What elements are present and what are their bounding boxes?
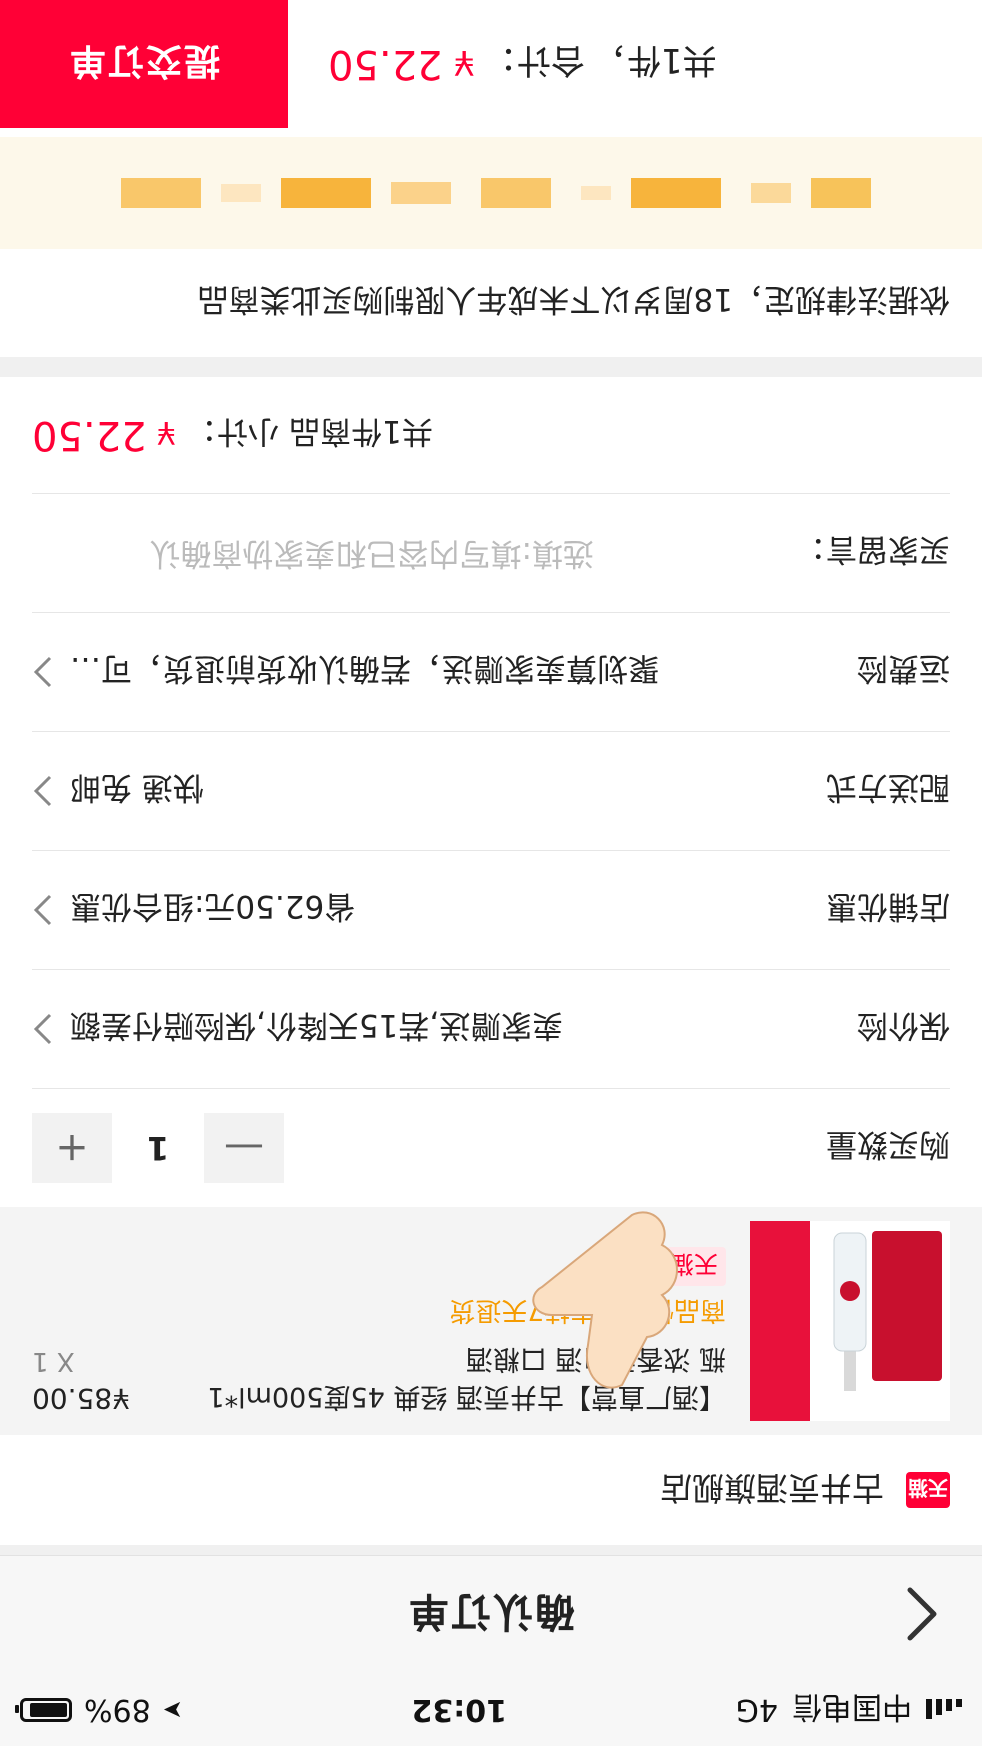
total-price: ¥ 22.50 xyxy=(328,41,475,87)
status-left: 中国电信 4G xyxy=(736,1688,962,1732)
buyer-message-label: 买家留言： xyxy=(795,531,950,568)
nav-bar: 确认订单 xyxy=(0,1555,982,1674)
buyer-message-input[interactable] xyxy=(32,534,596,572)
total-amount: 22.50 xyxy=(328,41,443,87)
price-insurance-value: 卖家赠送,若15天降价,保险赔付差额 xyxy=(70,1007,564,1044)
battery-percent: 89% xyxy=(84,1692,151,1728)
shop-discount-label: 店铺优惠 xyxy=(826,888,950,925)
quantity-label: 购买数量 xyxy=(826,1126,950,1163)
product-item[interactable]: 【酒厂直营】古井贡酒 经典 45度500ml*1瓶 浓香型白酒 口粮酒 商品性质… xyxy=(0,1207,982,1435)
shipping-insurance-right: 聚划算卖家赠送，若确认收货前退货，可… xyxy=(32,650,659,695)
chevron-left-icon[interactable] xyxy=(896,1584,946,1644)
order-confirm-screen: 中国电信 4G 10:32 ➤ 89% 确认订单 天猫 古井贡酒旗舰店 【酒厂直… xyxy=(0,0,982,1746)
shop-discount-value: 省62.50元:组合优惠 xyxy=(70,888,356,925)
location-icon: ➤ xyxy=(162,1696,183,1724)
pointing-hand-icon xyxy=(532,1211,678,1389)
quantity-value[interactable]: 1 xyxy=(112,1129,204,1167)
price-insurance-label: 保价险 xyxy=(857,1007,950,1044)
price-insurance-row[interactable]: 保价险 卖家赠送,若15天降价,保险赔付差额 xyxy=(32,969,950,1088)
status-bar: 中国电信 4G 10:32 ➤ 89% xyxy=(0,1674,982,1746)
subtotal-price: ¥ 22.50 xyxy=(32,412,176,458)
delivery-label: 配送方式 xyxy=(826,769,950,806)
age-restriction-notice: 依据法律规定，18周岁以下未成年人限制购买此类商品 xyxy=(0,249,982,377)
quantity-stepper[interactable]: — 1 + xyxy=(32,1113,284,1183)
product-box-graphic xyxy=(872,1231,942,1381)
promo-banner xyxy=(0,137,982,249)
product-price-col: ¥85.00 X 1 xyxy=(32,1221,172,1421)
signal-icon xyxy=(926,1699,962,1721)
carrier-label: 中国电信 xyxy=(792,1689,912,1724)
delivery-right: 快递 免邮 xyxy=(32,769,204,814)
total-currency: ¥ xyxy=(453,42,475,82)
delivery-row[interactable]: 配送方式 快递 免邮 xyxy=(32,731,950,850)
price-insurance-right: 卖家赠送,若15天降价,保险赔付差额 xyxy=(32,1007,563,1052)
delivery-value: 快递 免邮 xyxy=(70,769,204,806)
promo-strip xyxy=(750,1221,810,1421)
battery-icon xyxy=(20,1698,73,1722)
shipping-insurance-label: 运费险 xyxy=(857,650,950,687)
page-title: 确认订单 xyxy=(407,1588,575,1634)
order-total: 共1件， 合计： ¥ 22.50 xyxy=(328,40,717,89)
product-image xyxy=(750,1221,950,1421)
subtotal-currency: ¥ xyxy=(156,414,177,450)
total-count: 共1件， xyxy=(592,40,717,81)
chevron-right-icon xyxy=(33,1013,52,1045)
chevron-right-icon xyxy=(33,775,52,807)
clock: 10:32 xyxy=(411,1692,507,1728)
shop-header[interactable]: 天猫 古井贡酒旗舰店 xyxy=(0,1435,982,1555)
minus-button[interactable]: — xyxy=(204,1113,284,1183)
subtotal-count: 共1件商品 xyxy=(289,413,433,450)
product-price: ¥85.00 xyxy=(32,1382,130,1415)
buyer-message-row: 买家留言： xyxy=(32,493,950,612)
bottle-graphic xyxy=(833,1232,867,1391)
quantity-row: 购买数量 — 1 + xyxy=(32,1088,950,1207)
shop-discount-row[interactable]: 店铺优惠 省62.50元:组合优惠 xyxy=(32,850,950,969)
subtotal-amount: 22.50 xyxy=(32,412,147,458)
pixelated-banner-graphic xyxy=(121,178,871,208)
total-label: 合计： xyxy=(482,40,585,81)
shop-name: 古井贡酒旗舰店 xyxy=(659,1469,884,1507)
submit-order-button[interactable]: 提交订单 xyxy=(0,0,288,128)
plus-button[interactable]: + xyxy=(32,1113,112,1183)
chevron-right-icon xyxy=(33,894,52,926)
checkout-bar: 共1件， 合计： ¥ 22.50 提交订单 xyxy=(0,0,982,128)
network-label: 4G xyxy=(735,1692,778,1728)
subtotal-label: 小计： xyxy=(186,413,280,450)
product-qty: X 1 xyxy=(32,1346,75,1376)
chevron-right-icon xyxy=(33,656,52,688)
shipping-insurance-row[interactable]: 运费险 聚划算卖家赠送，若确认收货前退货，可… xyxy=(32,612,950,731)
shop-discount-right: 省62.50元:组合优惠 xyxy=(32,888,355,933)
subtotal-row: 共1件商品 小计： ¥ 22.50 xyxy=(0,377,982,493)
shipping-insurance-value: 聚划算卖家赠送，若确认收货前退货，可… xyxy=(70,650,659,687)
tmall-badge: 天猫 xyxy=(906,1472,950,1508)
status-right: ➤ 89% xyxy=(20,1693,183,1728)
